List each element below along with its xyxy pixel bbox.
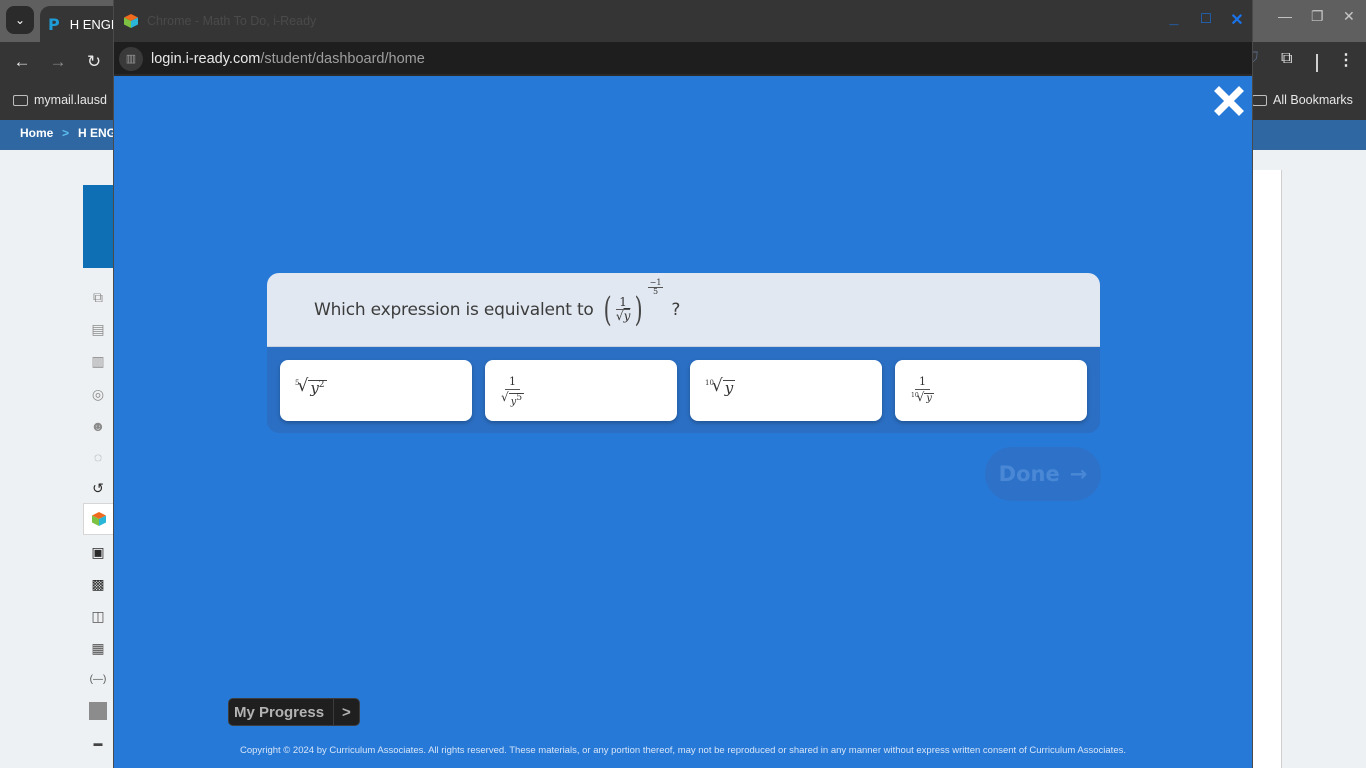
radicand: y2 — [308, 379, 327, 397]
answer-choice-c[interactable]: 10 √ y — [690, 360, 882, 421]
course-banner-image — [83, 185, 115, 268]
exponent-denominator: 5 — [652, 286, 659, 296]
forward-icon[interactable]: → — [46, 50, 70, 74]
denominator: √ y5 — [501, 390, 525, 407]
iready-app-icon[interactable] — [83, 503, 114, 535]
back-icon[interactable]: ← — [10, 50, 34, 74]
radical-sign: √ — [916, 390, 925, 404]
breadcrumb-course[interactable]: H ENG — [78, 126, 116, 140]
base-denominator: √y — [615, 309, 631, 323]
content-panel-edge — [1252, 170, 1282, 768]
power: 2 — [318, 380, 325, 390]
extensions-puzzle-icon[interactable]: ⧉ — [1281, 50, 1292, 68]
radical-sign: √ — [711, 376, 723, 396]
question-card: Which expression is equivalent to ( 1 √y… — [267, 273, 1100, 433]
managed-folder-icon — [13, 94, 28, 106]
numerator: 1 — [914, 375, 930, 390]
video-chat-icon[interactable]: ◌ — [89, 448, 107, 466]
radicand: y — [924, 393, 934, 404]
all-bookmarks[interactable]: All Bookmarks — [1252, 93, 1353, 107]
base-numerator: 1 — [616, 295, 630, 310]
h-app-icon[interactable]: ▩ — [89, 575, 107, 593]
numerator: 1 — [505, 375, 521, 390]
bar-chart-icon[interactable]: ▥ — [89, 352, 107, 370]
answer-choice-a[interactable]: 5 √ y2 — [280, 360, 472, 421]
radical-sign: √ — [297, 376, 309, 396]
left-paren: ( — [603, 289, 612, 330]
answer-b-math: 1 √ y5 — [501, 375, 525, 407]
tab-search-button[interactable]: ⌄ — [6, 6, 34, 34]
app-logo-icon[interactable]: ▬ — [89, 734, 107, 752]
question-mark: ? — [671, 299, 681, 320]
popup-address-bar[interactable]: ▥ login.i-ready.com/student/dashboard/ho… — [114, 42, 1252, 76]
chevron-right-icon: > — [342, 703, 351, 721]
done-button[interactable]: Done → — [985, 447, 1101, 501]
folder-icon — [1252, 94, 1267, 106]
breadcrumb-separator: > — [62, 126, 70, 140]
popup-close-icon[interactable]: ✕ — [1227, 10, 1247, 30]
radicand: y — [722, 379, 736, 397]
benchmark-app-icon[interactable] — [89, 702, 107, 720]
answer-choice-b[interactable]: 1 √ y5 — [485, 360, 677, 421]
radicand: y5 — [508, 393, 525, 407]
popup-maximize-icon[interactable]: □ — [1196, 10, 1216, 28]
my-progress-button[interactable]: My Progress > — [228, 698, 360, 726]
url-path: /student/dashboard/home — [260, 51, 425, 67]
right-paren: ) — [634, 289, 643, 330]
url-domain: login.i-ready.com — [151, 51, 261, 67]
bookmark-mymail[interactable]: mymail.lausd — [13, 93, 107, 107]
iready-popup-window: Chrome - Math To Do, i-Ready _ □ ✕ ▥ log… — [113, 0, 1253, 768]
toolbar-divider — [1316, 54, 1318, 72]
answer-d-math: 1 10 √ y — [911, 375, 934, 404]
menu-kebab-icon[interactable]: ⋮ — [1338, 50, 1354, 70]
question-prompt: Which expression is equivalent to — [314, 299, 594, 320]
powerschool-logo-icon: P — [48, 14, 60, 34]
answer-choice-d[interactable]: 1 10 √ y — [895, 360, 1087, 421]
lesson-stage: Which expression is equivalent to ( 1 √y… — [114, 76, 1252, 768]
settings-disc-icon[interactable]: ◎ — [89, 385, 107, 403]
link-tool-icon[interactable]: ↺ — [89, 479, 107, 497]
copy-pages-icon[interactable]: ⧉ — [89, 288, 107, 306]
onenote-icon[interactable]: ▦ — [89, 639, 107, 657]
question-header: Which expression is equivalent to ( 1 √y… — [267, 273, 1100, 347]
question-expression: ( 1 √y ) −1 5 — [601, 278, 664, 330]
popup-titlebar: Chrome - Math To Do, i-Ready _ □ ✕ — [114, 0, 1252, 42]
my-progress-label: My Progress — [229, 699, 335, 725]
arrow-right-icon: → — [1069, 462, 1088, 486]
book-reader-icon[interactable]: ◫ — [89, 607, 107, 625]
close-lesson-button[interactable] — [1214, 86, 1244, 116]
reload-icon[interactable]: ↻ — [82, 50, 106, 74]
copyright-text: Copyright © 2024 by Curriculum Associate… — [240, 745, 1126, 756]
exponent-fraction: −1 5 — [647, 278, 664, 297]
minimize-icon[interactable]: — — [1278, 8, 1292, 24]
popup-window-title: Chrome - Math To Do, i-Ready — [147, 14, 317, 28]
answer-a-math: 5 √ y2 — [295, 378, 327, 396]
power: 5 — [516, 393, 523, 403]
radical-sign: √ — [501, 390, 509, 404]
url-text[interactable]: login.i-ready.com/student/dashboard/home — [151, 51, 425, 67]
breadcrumb-home[interactable]: Home — [20, 126, 53, 140]
all-bookmarks-label: All Bookmarks — [1273, 93, 1353, 107]
answer-choices: 5 √ y2 1 √ y5 10 √ y 1 10 √ y — [280, 360, 1087, 421]
chevron-down-icon: ⌄ — [14, 13, 26, 27]
base-radicand: y — [623, 309, 631, 323]
bookmark-label: mymail.lausd — [34, 93, 107, 107]
base-fraction: 1 √y — [614, 295, 632, 323]
background-tab-title: H ENGL — [69, 16, 119, 32]
embed-code-icon[interactable]: (—) — [89, 671, 107, 689]
restore-icon[interactable]: ❐ — [1311, 8, 1324, 25]
iready-favicon-icon — [124, 14, 138, 28]
close-window-icon[interactable]: ✕ — [1343, 8, 1355, 25]
answer-c-math: 10 √ y — [705, 376, 736, 397]
denominator: 10 √ y — [911, 390, 934, 404]
site-info-icon[interactable]: ▥ — [119, 47, 143, 71]
radicand-var: y — [310, 379, 319, 397]
document-icon[interactable]: ▤ — [89, 320, 107, 338]
done-label: Done — [998, 462, 1060, 486]
user-profile-icon[interactable]: ☻ — [89, 417, 107, 435]
notes-app-icon[interactable]: ▣ — [89, 543, 107, 561]
popup-minimize-icon[interactable]: _ — [1164, 10, 1184, 28]
